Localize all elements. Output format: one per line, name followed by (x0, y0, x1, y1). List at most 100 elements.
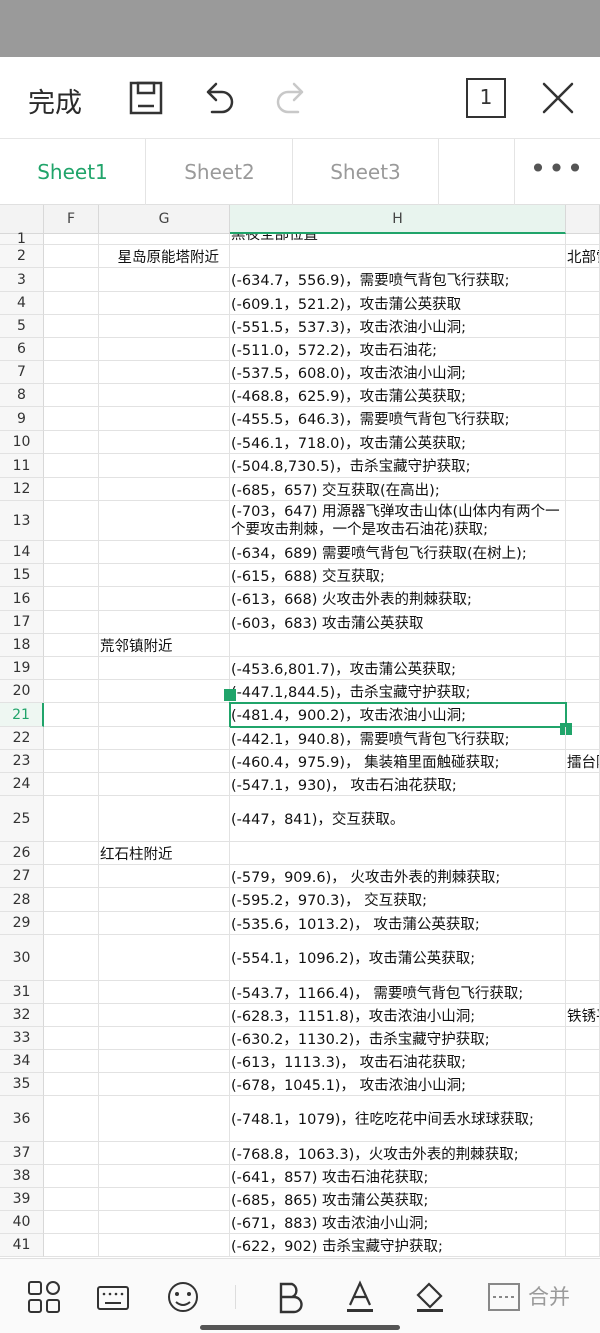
row-header[interactable]: 35 (0, 1073, 44, 1096)
cell-i[interactable] (566, 234, 600, 245)
cell-h[interactable]: 黑夜全部位置 (230, 234, 566, 245)
cell-h[interactable]: (-455.5，646.3)，需要喷气背包飞行获取; (230, 407, 566, 431)
merge-cells-icon[interactable] (486, 1279, 522, 1315)
cell-f[interactable] (44, 773, 99, 796)
cell-g[interactable]: 红石柱附近 (99, 842, 230, 865)
row-header[interactable]: 33 (0, 1027, 44, 1050)
cell-g[interactable] (99, 1188, 230, 1211)
row-header[interactable]: 18 (0, 634, 44, 657)
cell-f[interactable] (44, 431, 99, 454)
cell-g[interactable] (99, 234, 230, 245)
cell-h[interactable]: (-768.8，1063.3)，火攻击外表的荆棘获取; (230, 1142, 566, 1165)
cell-i[interactable] (566, 912, 600, 935)
row-header[interactable]: 40 (0, 1211, 44, 1234)
cell-f[interactable] (44, 750, 99, 773)
cell-h[interactable]: (-609.1，521.2)，攻击蒲公英获取 (230, 292, 566, 315)
cell-f[interactable] (44, 268, 99, 292)
cell-i[interactable] (566, 315, 600, 338)
tab-sheet2[interactable]: Sheet2 (147, 139, 293, 205)
bold-icon[interactable] (272, 1279, 308, 1315)
row-header[interactable]: 20 (0, 680, 44, 703)
cell-i[interactable] (566, 1096, 600, 1142)
cell-i[interactable] (566, 842, 600, 865)
cell-f[interactable] (44, 888, 99, 912)
cell-f[interactable] (44, 478, 99, 501)
cell-h[interactable]: (-678，1045.1)， 攻击浓油小山洞; (230, 1073, 566, 1096)
cell-g[interactable] (99, 431, 230, 454)
row-header[interactable]: 28 (0, 888, 44, 912)
cell-h[interactable]: (-613，1113.3)， 攻击石油花获取; (230, 1050, 566, 1073)
cell-g[interactable] (99, 1027, 230, 1050)
row-header[interactable]: 38 (0, 1165, 44, 1188)
apps-icon[interactable] (26, 1279, 62, 1315)
cell-g[interactable] (99, 611, 230, 634)
cell-f[interactable] (44, 315, 99, 338)
cell-h[interactable]: (-595.2，970.3)， 交互获取; (230, 888, 566, 912)
cell-g[interactable] (99, 981, 230, 1004)
cell-i[interactable] (566, 1142, 600, 1165)
done-button[interactable]: 完成 (28, 81, 82, 120)
cell-h[interactable]: (-622，902) 击杀宝藏守护获取; (230, 1234, 566, 1257)
cell-h[interactable]: (-634，689) 需要喷气背包飞行获取(在树上); (230, 541, 566, 564)
cell-f[interactable] (44, 1004, 99, 1027)
row-header[interactable]: 22 (0, 727, 44, 750)
cell-f[interactable] (44, 1073, 99, 1096)
merge-label[interactable]: 合并 (528, 1281, 570, 1311)
row-header[interactable]: 8 (0, 384, 44, 407)
cell-f[interactable] (44, 634, 99, 657)
cell-i[interactable] (566, 407, 600, 431)
cell-h[interactable]: (-535.6，1013.2)， 攻击蒲公英获取; (230, 912, 566, 935)
cell-g[interactable] (99, 338, 230, 361)
row-header[interactable]: 10 (0, 431, 44, 454)
row-header[interactable]: 5 (0, 315, 44, 338)
cell-g[interactable] (99, 1096, 230, 1142)
fill-color-icon[interactable] (412, 1279, 448, 1315)
page-count-icon[interactable]: 1 (466, 78, 506, 118)
row-header[interactable]: 16 (0, 587, 44, 611)
cell-h[interactable]: (-504.8,730.5)，击杀宝藏守护获取; (230, 454, 566, 478)
cell-g[interactable] (99, 1234, 230, 1257)
row-header[interactable]: 41 (0, 1234, 44, 1257)
row-header[interactable]: 7 (0, 361, 44, 384)
row-header[interactable]: 11 (0, 454, 44, 478)
column-header-g[interactable]: G (99, 205, 230, 234)
cell-g[interactable] (99, 587, 230, 611)
cell-f[interactable] (44, 454, 99, 478)
cell-g[interactable] (99, 1050, 230, 1073)
cell-i[interactable]: 铁锈平 (566, 1004, 600, 1027)
cell-h[interactable]: (-442.1，940.8)，需要喷气背包飞行获取; (230, 727, 566, 750)
cell-i[interactable] (566, 1188, 600, 1211)
redo-icon[interactable] (272, 78, 312, 118)
cell-f[interactable] (44, 981, 99, 1004)
cell-i[interactable] (566, 611, 600, 634)
cell-h[interactable]: (-603，683) 攻击蒲公英获取 (230, 611, 566, 634)
font-color-icon[interactable] (342, 1279, 378, 1315)
row-header[interactable]: 15 (0, 564, 44, 587)
row-header[interactable]: 27 (0, 865, 44, 888)
cell-g[interactable] (99, 1073, 230, 1096)
cell-h[interactable]: (-547.1，930)， 攻击石油花获取; (230, 773, 566, 796)
cell-i[interactable] (566, 292, 600, 315)
cell-h[interactable]: (-579，909.6)， 火攻击外表的荆棘获取; (230, 865, 566, 888)
cell-i[interactable] (566, 1234, 600, 1257)
cell-h[interactable]: (-615，688) 交互获取; (230, 564, 566, 587)
cell-g[interactable] (99, 541, 230, 564)
save-icon[interactable] (126, 78, 166, 118)
cell-g[interactable] (99, 1211, 230, 1234)
tab-sheet3[interactable]: Sheet3 (293, 139, 439, 205)
cell-f[interactable] (44, 935, 99, 981)
corner-cell[interactable] (0, 205, 44, 234)
cell-h[interactable]: (-447，841)，交互获取。 (230, 796, 566, 842)
row-header[interactable]: 25 (0, 796, 44, 842)
cell-f[interactable] (44, 1027, 99, 1050)
row-header[interactable]: 30 (0, 935, 44, 981)
cell-g[interactable] (99, 268, 230, 292)
cell-i[interactable] (566, 1050, 600, 1073)
row-header[interactable]: 21 (0, 703, 44, 727)
cell-f[interactable] (44, 1096, 99, 1142)
keyboard-icon[interactable] (95, 1279, 131, 1315)
cell-h[interactable]: (-685，865) 攻击蒲公英获取; (230, 1188, 566, 1211)
cell-h[interactable]: (-628.3，1151.8)，攻击浓油小山洞; (230, 1004, 566, 1027)
row-header[interactable]: 24 (0, 773, 44, 796)
cell-i[interactable] (566, 268, 600, 292)
